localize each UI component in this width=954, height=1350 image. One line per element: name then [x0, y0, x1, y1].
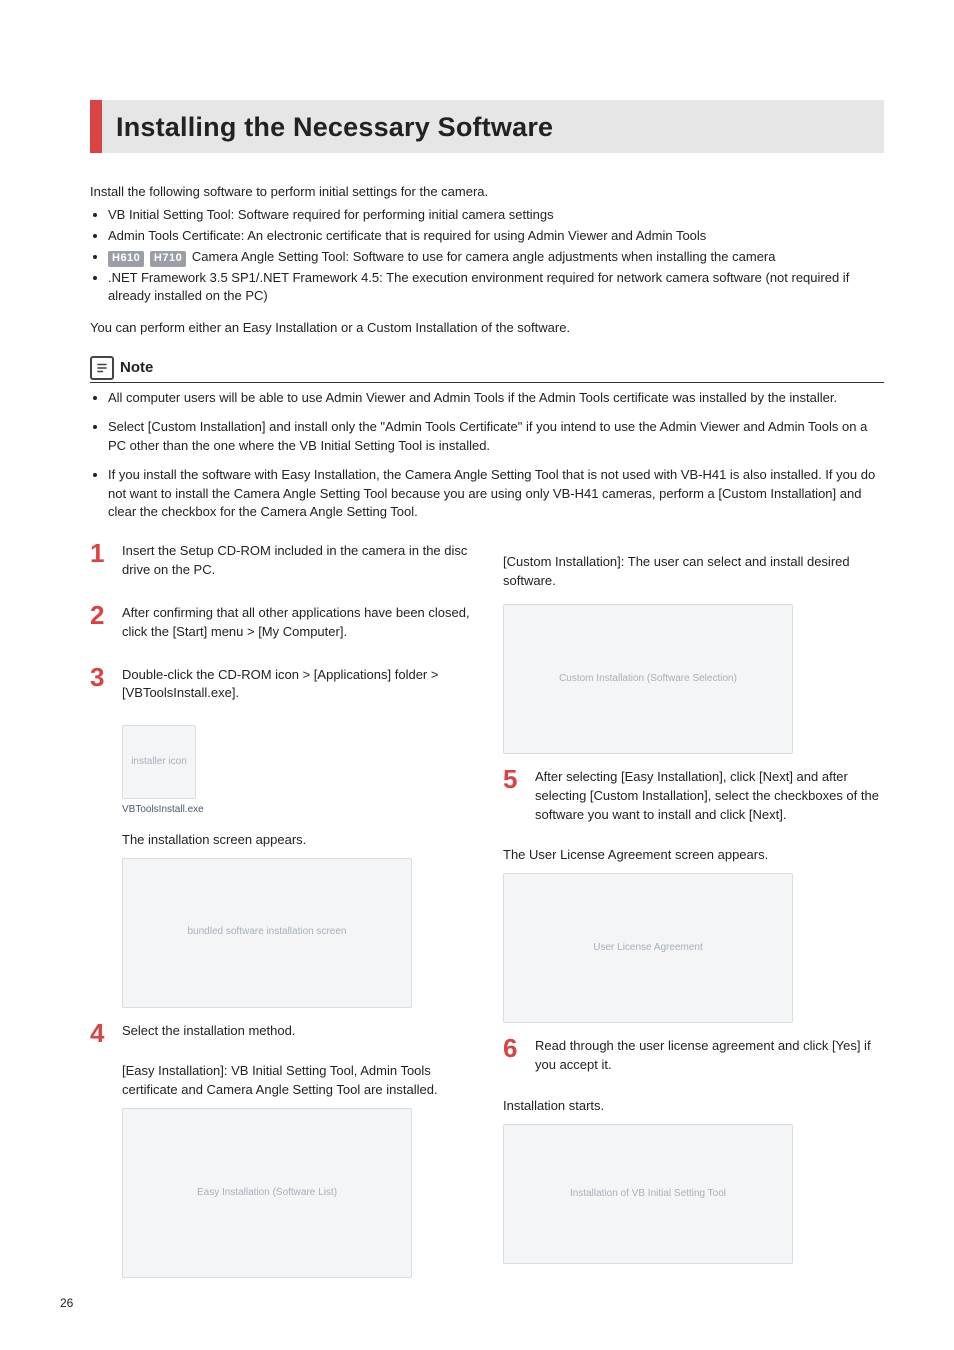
note-list: All computer users will be able to use A…	[90, 389, 884, 522]
step-4-sub-right: [Custom Installation]: The user can sele…	[503, 553, 884, 591]
step-6-after: Installation starts.	[503, 1097, 884, 1116]
left-column: 1 Insert the Setup CD-ROM included in th…	[90, 540, 471, 1290]
step-text: After confirming that all other applicat…	[122, 604, 471, 642]
step-number: 4	[90, 1020, 112, 1049]
installer-exe-label: VBToolsInstall.exe	[122, 803, 196, 818]
note-block: Note All computer users will be able to …	[90, 356, 884, 522]
intro-bullet: H610 H710 Camera Angle Setting Tool: Sof…	[108, 248, 884, 267]
step-text: Select the installation method.	[122, 1022, 471, 1041]
page-title: Installing the Necessary Software	[116, 108, 870, 147]
intro-bullet: VB Initial Setting Tool: Software requir…	[108, 206, 884, 225]
step-number: 5	[503, 766, 525, 833]
step-text: Double-click the CD-ROM icon > [Applicat…	[122, 666, 471, 704]
installer-exe-icon: installer icon	[122, 725, 196, 799]
step-number: 6	[503, 1035, 525, 1083]
intro-bullet: .NET Framework 3.5 SP1/.NET Framework 4.…	[108, 269, 884, 307]
intro-bullet-text: Camera Angle Setting Tool: Software to u…	[192, 249, 776, 264]
note-icon	[90, 356, 114, 380]
step-1: 1 Insert the Setup CD-ROM included in th…	[90, 540, 471, 588]
note-item: If you install the software with Easy In…	[108, 466, 884, 523]
step-5: 5 After selecting [Easy Installation], c…	[503, 766, 884, 833]
custom-install-list-image: Custom Installation (Software Selection)	[503, 604, 793, 754]
two-column-steps: 1 Insert the Setup CD-ROM included in th…	[90, 540, 884, 1290]
model-tag-h610: H610	[108, 251, 144, 267]
step-number: 3	[90, 664, 112, 712]
intro-outro: You can perform either an Easy Installat…	[90, 319, 884, 338]
intro-bullet: Admin Tools Certificate: An electronic c…	[108, 227, 884, 246]
note-header: Note	[90, 356, 884, 383]
install-screen-image: bundled software installation screen	[122, 858, 412, 1008]
step-number: 2	[90, 602, 112, 650]
intro-lead: Install the following software to perfor…	[90, 183, 884, 202]
note-title: Note	[120, 357, 153, 379]
model-tag-h710: H710	[150, 251, 186, 267]
license-agreement-image: User License Agreement	[503, 873, 793, 1023]
step-3: 3 Double-click the CD-ROM icon > [Applic…	[90, 664, 471, 712]
step-text: Insert the Setup CD-ROM included in the …	[122, 542, 471, 580]
step-text: Read through the user license agreement …	[535, 1037, 884, 1075]
easy-install-list-image: Easy Installation (Software List)	[122, 1108, 412, 1278]
install-progress-image: Installation of VB Initial Setting Tool	[503, 1124, 793, 1264]
step-4: 4 Select the installation method.	[90, 1020, 471, 1049]
step-5-after: The User License Agreement screen appear…	[503, 846, 884, 865]
step-6: 6 Read through the user license agreemen…	[503, 1035, 884, 1083]
intro-bullets: VB Initial Setting Tool: Software requir…	[90, 206, 884, 306]
step-3-after: The installation screen appears.	[122, 831, 471, 850]
section-title-bar: Installing the Necessary Software	[90, 100, 884, 153]
step-2: 2 After confirming that all other applic…	[90, 602, 471, 650]
note-item: Select [Custom Installation] and install…	[108, 418, 884, 456]
page-number: 26	[60, 1295, 73, 1312]
right-column: [Custom Installation]: The user can sele…	[503, 540, 884, 1290]
step-text: After selecting [Easy Installation], cli…	[535, 768, 884, 825]
step-4-sub: [Easy Installation]: VB Initial Setting …	[122, 1062, 471, 1100]
step-number: 1	[90, 540, 112, 588]
note-item: All computer users will be able to use A…	[108, 389, 884, 408]
